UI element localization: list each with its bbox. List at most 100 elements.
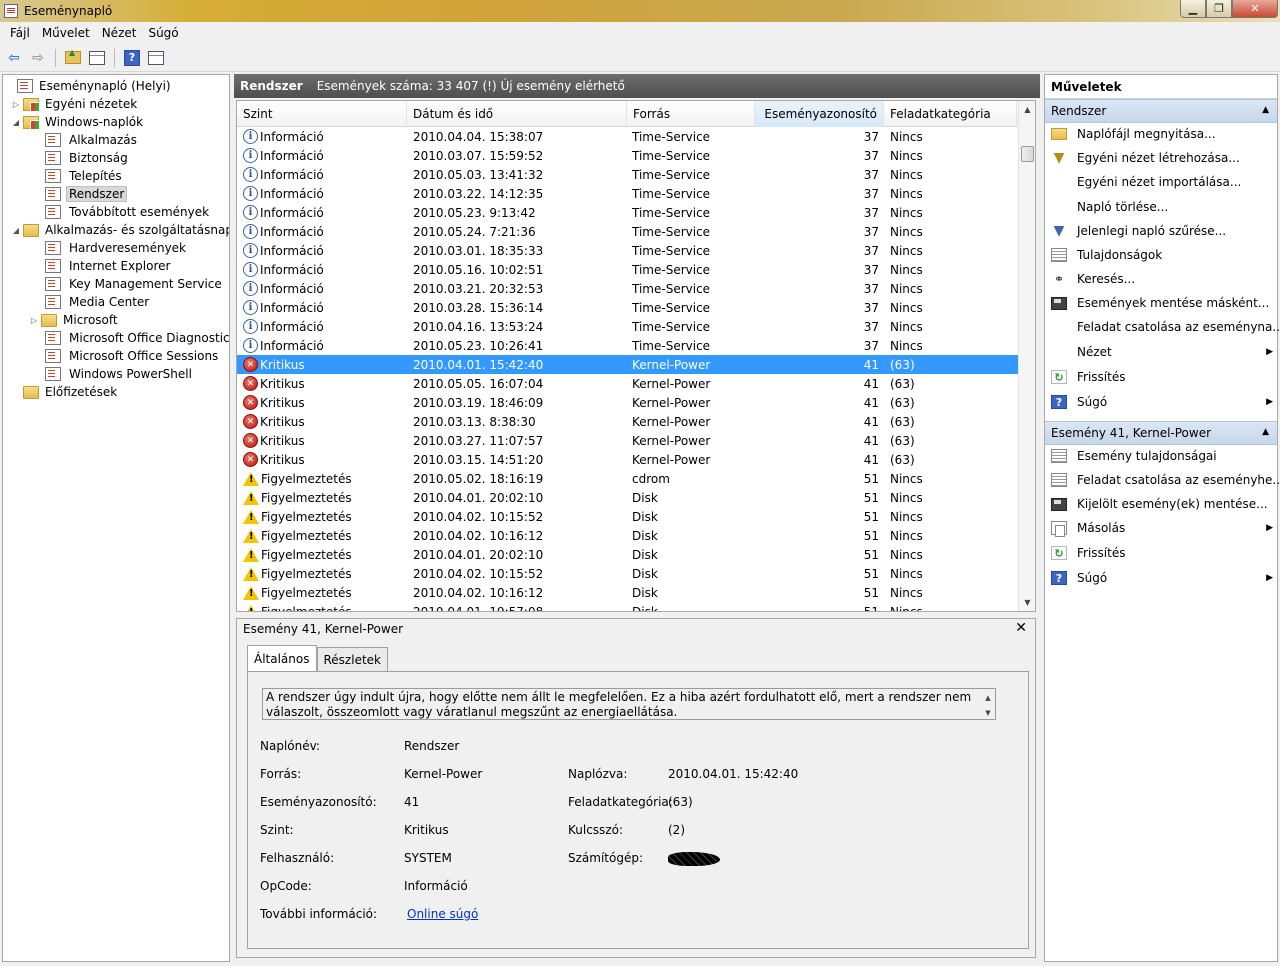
event-row[interactable]: i Információ 2010.04.16. 13:53:24 Time-Serv… xyxy=(237,317,1019,336)
action-item[interactable]: ▼ Egyéni nézet létrehozása... xyxy=(1051,148,1275,168)
action-item[interactable]: Feladat csatolása az eseményhe... xyxy=(1051,470,1280,490)
event-list-scrollbar[interactable]: ▲ ▼ xyxy=(1018,101,1035,611)
action-item[interactable]: ↻ Frissítés xyxy=(1051,543,1275,563)
tree-item-windows-logs[interactable]: ◢ Windows-naplók xyxy=(11,113,146,131)
event-row[interactable]: Figyelmeztetés 2010.04.01. 19:57:08 Disk 51… xyxy=(237,602,1019,611)
event-row[interactable]: Figyelmeztetés 2010.04.01. 20:02:10 Disk 51… xyxy=(237,488,1019,507)
tab-general[interactable]: Általános xyxy=(247,645,317,671)
event-row[interactable]: ✕ Kritikus 2010.03.13. 8:38:30 Kernel-Power… xyxy=(237,412,1019,431)
tree-item-office-diagnostics[interactable]: Microsoft Office Diagnostics xyxy=(43,329,229,347)
event-row[interactable]: i Információ 2010.03.28. 15:36:14 Time-Serv… xyxy=(237,298,1019,317)
tree-item-setup[interactable]: Telepítés xyxy=(43,167,125,185)
action-item[interactable]: Kijelölt esemény(ek) mentése... xyxy=(1051,494,1275,514)
column-header-event-id[interactable]: Eseményazonosító xyxy=(755,101,884,127)
event-row[interactable]: ✕ Kritikus 2010.04.01. 15:42:40 Kernel-Powe… xyxy=(237,355,1019,374)
action-item[interactable]: ? Súgó ▶ xyxy=(1051,568,1275,588)
close-button[interactable]: ✕ xyxy=(1232,0,1278,18)
minimize-button[interactable]: ▁ xyxy=(1180,0,1206,18)
action-item[interactable]: ? Súgó ▶ xyxy=(1051,392,1275,412)
scroll-up-arrow-icon[interactable]: ▲ xyxy=(985,691,990,706)
collapse-chevron-icon[interactable]: ◢ xyxy=(11,226,21,235)
tree-item-custom-views[interactable]: ▷ Egyéni nézetek xyxy=(11,95,140,113)
actions-section-system[interactable]: Rendszer ▲ xyxy=(1045,99,1277,123)
tab-details[interactable]: Részletek xyxy=(316,647,388,671)
menu-file[interactable]: Fájl xyxy=(4,26,36,40)
column-header-date[interactable]: Dátum és idő xyxy=(407,101,627,127)
action-item[interactable]: ⚭ Keresés... xyxy=(1051,269,1275,289)
event-row[interactable]: ✕ Kritikus 2010.03.15. 14:51:20 Kernel-Powe… xyxy=(237,450,1019,469)
event-row[interactable]: i Információ 2010.03.22. 14:12:35 Time-Serv… xyxy=(237,184,1019,203)
help-button[interactable]: ? xyxy=(122,48,142,68)
scroll-down-arrow-icon[interactable]: ▼ xyxy=(1019,594,1035,611)
action-item[interactable]: Másolás ▶ xyxy=(1051,518,1275,538)
event-row[interactable]: i Információ 2010.05.23. 9:13:42 Time-Servi… xyxy=(237,203,1019,222)
show-hide-action-pane-button[interactable] xyxy=(146,48,166,68)
event-row[interactable]: ✕ Kritikus 2010.05.05. 16:07:04 Kernel-Powe… xyxy=(237,374,1019,393)
action-item[interactable]: Naplófájl megnyitása... xyxy=(1051,124,1275,144)
tree-item-key-management-service[interactable]: Key Management Service xyxy=(43,275,225,293)
scroll-up-arrow-icon[interactable]: ▲ xyxy=(1019,101,1035,118)
event-row[interactable]: i Információ 2010.05.23. 10:26:41 Time-Serv… xyxy=(237,336,1019,355)
show-hide-console-tree-button[interactable] xyxy=(87,48,107,68)
tree-item-app-service-logs[interactable]: ◢ Alkalmazás- és szolgáltatásnaplók xyxy=(11,221,229,239)
tree-item-media-center[interactable]: Media Center xyxy=(43,293,152,311)
event-description[interactable]: A rendszer úgy indult újra, hogy előtte … xyxy=(262,688,996,720)
tree-item-application[interactable]: Alkalmazás xyxy=(43,131,140,149)
event-row[interactable]: Figyelmeztetés 2010.04.02. 10:16:12 Disk 51… xyxy=(237,583,1019,602)
menu-view[interactable]: Nézet xyxy=(96,26,143,40)
event-row[interactable]: ✕ Kritikus 2010.03.19. 18:46:09 Kernel-Powe… xyxy=(237,393,1019,412)
tree-item-system[interactable]: Rendszer xyxy=(43,185,128,203)
close-details-icon[interactable]: ✕ xyxy=(1015,620,1027,636)
collapse-chevron-icon[interactable]: ◢ xyxy=(11,118,21,127)
tree-item-subscriptions[interactable]: Előfizetések xyxy=(11,383,120,401)
description-scrollbar[interactable]: ▲ ▼ xyxy=(981,689,995,719)
action-item[interactable]: Egyéni nézet importálása... xyxy=(1051,172,1275,192)
event-row[interactable]: i Információ 2010.05.03. 13:41:32 Time-Serv… xyxy=(237,165,1019,184)
action-item[interactable]: ↻ Frissítés xyxy=(1051,367,1275,387)
forward-arrow-icon[interactable]: ⇨ xyxy=(28,48,48,68)
tree-item-office-sessions[interactable]: Microsoft Office Sessions xyxy=(43,347,221,365)
event-row[interactable]: Figyelmeztetés 2010.04.02. 10:16:12 Disk 51… xyxy=(237,526,1019,545)
event-row[interactable]: Figyelmeztetés 2010.05.02. 18:16:19 cdrom 5… xyxy=(237,469,1019,488)
tree-item-forwarded-events[interactable]: Továbbított események xyxy=(43,203,212,221)
event-row[interactable]: i Információ 2010.03.07. 15:59:52 Time-Serv… xyxy=(237,146,1019,165)
up-folder-button[interactable] xyxy=(63,48,83,68)
tree-item-root[interactable]: Eseménynapló (Helyi) xyxy=(5,77,174,95)
back-arrow-icon[interactable]: ⇦ xyxy=(4,48,24,68)
event-row[interactable]: i Információ 2010.05.24. 7:21:36 Time-Servi… xyxy=(237,222,1019,241)
event-row[interactable]: Figyelmeztetés 2010.04.02. 10:15:52 Disk 51… xyxy=(237,564,1019,583)
tree-item-hardware-events[interactable]: Hardveresemények xyxy=(43,239,189,257)
action-item[interactable]: Események mentése másként... xyxy=(1051,293,1275,313)
menu-action[interactable]: Művelet xyxy=(36,26,96,40)
event-row[interactable]: i Információ 2010.03.01. 18:35:33 Time-Serv… xyxy=(237,241,1019,260)
expand-chevron-icon[interactable]: ▷ xyxy=(29,316,39,325)
event-row[interactable]: i Információ 2010.05.16. 10:02:51 Time-Serv… xyxy=(237,260,1019,279)
event-row[interactable]: i Információ 2010.04.04. 15:38:07 Time-Serv… xyxy=(237,127,1019,146)
online-help-link[interactable]: Online súgó xyxy=(407,907,478,921)
column-header-task-category[interactable]: Feladatkategória xyxy=(884,101,1017,127)
action-item[interactable]: Esemény tulajdonságai xyxy=(1051,446,1275,466)
column-header-level[interactable]: Szint xyxy=(237,101,407,127)
action-item[interactable]: ▼ Jelenlegi napló szűrése... xyxy=(1051,221,1275,241)
menu-help[interactable]: Súgó xyxy=(142,26,184,40)
action-item[interactable]: Tulajdonságok xyxy=(1051,245,1275,265)
tree-item-security[interactable]: Biztonság xyxy=(43,149,131,167)
action-item[interactable]: Nézet ▶ xyxy=(1051,342,1275,362)
action-item[interactable]: Feladat csatolása az eseményna... xyxy=(1051,317,1280,337)
scrollbar-thumb[interactable] xyxy=(1021,146,1034,162)
event-row[interactable]: ✕ Kritikus 2010.03.27. 11:07:57 Kernel-Powe… xyxy=(237,431,1019,450)
event-row[interactable]: i Információ 2010.03.21. 20:32:53 Time-Serv… xyxy=(237,279,1019,298)
column-header-source[interactable]: Forrás xyxy=(627,101,755,127)
actions-section-event[interactable]: Esemény 41, Kernel-Power ▲ xyxy=(1045,421,1277,445)
collapse-triangle-icon[interactable]: ▲ xyxy=(1262,427,1269,437)
action-item[interactable]: Napló törlése... xyxy=(1051,197,1275,217)
maximize-button[interactable]: ❐ xyxy=(1206,0,1232,18)
tree-item-microsoft[interactable]: ▷ Microsoft xyxy=(29,311,121,329)
event-row[interactable]: Figyelmeztetés 2010.04.01. 20:02:10 Disk 51… xyxy=(237,545,1019,564)
collapse-triangle-icon[interactable]: ▲ xyxy=(1262,105,1269,115)
tree-item-windows-powershell[interactable]: Windows PowerShell xyxy=(43,365,195,383)
event-row[interactable]: Figyelmeztetés 2010.04.02. 10:15:52 Disk 51… xyxy=(237,507,1019,526)
scroll-down-arrow-icon[interactable]: ▼ xyxy=(985,706,990,719)
expand-chevron-icon[interactable]: ▷ xyxy=(11,100,21,109)
tree-item-internet-explorer[interactable]: Internet Explorer xyxy=(43,257,173,275)
